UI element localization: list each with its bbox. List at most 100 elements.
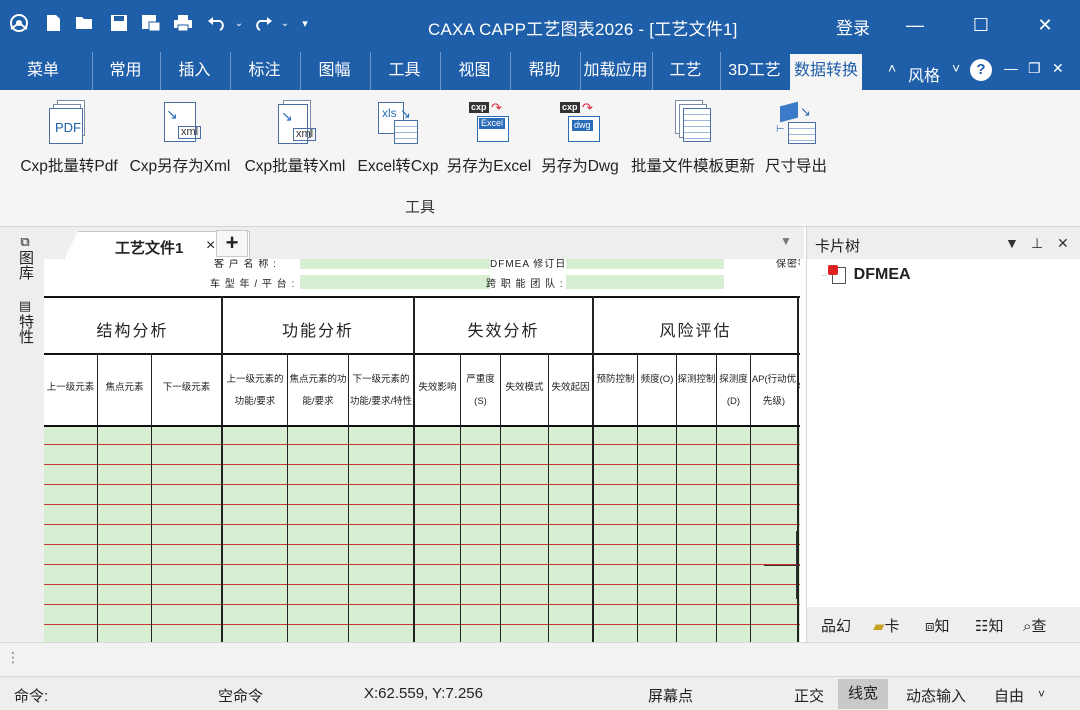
style-menu[interactable]: 风格 (908, 62, 940, 86)
tab-illusion[interactable]: 品幻 (821, 615, 851, 636)
dimension-export-icon: ↘ ⊢ (774, 100, 818, 146)
close-icon[interactable]: ✕ (1034, 14, 1056, 36)
section-rule (44, 353, 800, 355)
tab-help[interactable]: 帮助 (510, 52, 578, 90)
window-title: CAXA CAPP工艺图表2026 - [工艺文件1] (428, 20, 738, 39)
new-file-icon[interactable] (42, 12, 64, 34)
tab-load-app[interactable]: 加载应用 (580, 52, 650, 90)
pin-icon[interactable]: ⊥ (1031, 235, 1043, 252)
snap-mode[interactable]: 屏幕点 (648, 685, 693, 706)
tab-process[interactable]: 工艺 (652, 52, 718, 90)
tab-data-conversion[interactable]: 数据转换 (790, 54, 862, 90)
col-action-priority: AP(行动优先级) (751, 374, 797, 407)
linewidth-toggle[interactable]: 线宽 (838, 679, 889, 709)
section-structure-analysis: 结构分析 (96, 323, 169, 340)
tab-insert[interactable]: 插入 (160, 52, 228, 90)
ribbon-panel: PDF Cxp批量转Pdf ↘ xml Cxp另存为Xml ↘ xml Cxp批… (0, 90, 1080, 227)
vehicle-platform-field[interactable] (300, 275, 490, 289)
document-tab-label: 工艺文件1 (115, 240, 184, 257)
tab-card[interactable]: ▰卡 (873, 615, 900, 636)
tree-node-dfmea[interactable]: ·· DFMEA (821, 265, 911, 285)
col-failure-cause: 失效起因 (551, 382, 590, 393)
cxp-batch-to-xml-button[interactable]: ↘ xml Cxp批量转Xml (240, 100, 350, 176)
customize-toolbar-icon[interactable]: ▾ (294, 12, 316, 34)
redo-dropdown-icon[interactable]: ⌄ (274, 12, 296, 34)
open-folder-icon[interactable] (74, 12, 96, 34)
print-icon[interactable] (172, 12, 194, 34)
ribbon-tab-bar: 菜单 常用 插入 标注 图幅 工具 视图 帮助 加载应用 工艺 3D工艺 数据转… (0, 52, 1080, 90)
crosshair-cursor-v (796, 531, 797, 599)
tab-menu[interactable]: 菜单 (6, 52, 80, 90)
collapse-ribbon-icon[interactable]: ˄ (888, 60, 896, 76)
cxp-batch-to-pdf-button[interactable]: PDF Cxp批量转Pdf (16, 100, 122, 176)
ribbon-restore-icon[interactable]: ❐ (1028, 60, 1041, 77)
tab-sheet[interactable]: 图幅 (300, 52, 368, 90)
drawing-canvas[interactable]: 客 户 名 称 : DFMEA 修订日期 : 保密等级 : 车 型 年 / 平 … (44, 259, 800, 642)
ortho-toggle[interactable]: 正交 (794, 685, 824, 706)
tab-query[interactable]: ⌕查 (1023, 615, 1046, 636)
ribbon-minimize-icon[interactable]: — (1004, 60, 1018, 76)
cxp-save-as-xml-button[interactable]: ↘ xml Cxp另存为Xml (125, 100, 235, 176)
save-as-excel-button[interactable]: cxp ↷ Excel 另存为Excel (444, 100, 534, 176)
card-tree-header: 卡片树 ▼ ⊥ ✕ (807, 227, 1080, 259)
table-top-rule (44, 296, 800, 298)
panel-close-icon[interactable]: ✕ (1057, 235, 1069, 252)
document-tab-strip: 工艺文件1 × + ▼ (44, 227, 804, 259)
excel-to-cxp-button[interactable]: xls ↘ Excel转Cxp (354, 100, 442, 176)
login-button[interactable]: 登录 (836, 14, 870, 39)
dynamic-input-toggle[interactable]: 动态输入 (906, 685, 966, 706)
help-icon[interactable]: ? (970, 59, 992, 81)
tab-list-dropdown-icon[interactable]: ▼ (780, 234, 792, 248)
dimension-export-button[interactable]: ↘ ⊢ 尺寸导出 (762, 100, 830, 176)
command-label: 命令: (14, 688, 49, 705)
style-dropdown-icon[interactable]: ˅ (952, 60, 960, 76)
panel-menu-icon[interactable]: ▼ (1005, 235, 1019, 251)
command-bar[interactable]: ⋮ (0, 642, 1080, 676)
batch-template-update-button[interactable]: 批量文件模板更新 (626, 100, 760, 176)
left-dock: ⧉ 图库 ▤ 特性 (0, 227, 44, 642)
tab-view[interactable]: 视图 (440, 52, 508, 90)
card-tree-title: 卡片树 (815, 238, 861, 255)
save-excel-icon: cxp ↷ Excel (467, 100, 511, 146)
minimize-icon[interactable]: — (904, 14, 926, 36)
add-tab-button[interactable]: + (216, 230, 248, 257)
org-chart-icon: 品 (821, 618, 837, 635)
save-icon[interactable] (108, 12, 130, 34)
ribbon-close-icon[interactable]: ✕ (1052, 60, 1064, 77)
section-failure-analysis: 失效分析 (467, 323, 540, 340)
cards-icon: ▰ (873, 618, 885, 635)
col-special-char: 特 (798, 377, 800, 399)
library-tab[interactable]: ⧉ 图库 (14, 233, 36, 280)
tab-3d-process[interactable]: 3D工艺 (720, 52, 788, 90)
fmea-grid[interactable] (44, 427, 800, 642)
team-field[interactable] (566, 275, 724, 289)
save-as-icon[interactable] (140, 12, 162, 34)
tab-annotate[interactable]: 标注 (230, 52, 298, 90)
document-tab-close-icon[interactable]: × (206, 237, 215, 255)
save-as-dwg-button[interactable]: cxp ↷ dwg 另存为Dwg (536, 100, 624, 176)
tab-common[interactable]: 常用 (92, 52, 158, 90)
properties-tab[interactable]: ▤ 特性 (14, 297, 36, 344)
undo-icon[interactable] (206, 12, 228, 34)
tab-knowledge-2[interactable]: ☷知 (975, 615, 1003, 636)
revision-date-field[interactable] (566, 259, 724, 269)
title-bar: ⌄ ⌄ ▾ CAXA CAPP工艺图表2026 - [工艺文件1] 登录 — ☐… (0, 0, 1080, 52)
maximize-icon[interactable]: ☐ (970, 14, 992, 36)
undo-dropdown-icon[interactable]: ⌄ (228, 12, 250, 34)
tab-knowledge-1[interactable]: ⧈知 (925, 615, 950, 636)
xml-batch-icon: ↘ xml (273, 100, 317, 146)
free-mode-dropdown-icon[interactable]: ˅ (1038, 687, 1045, 701)
card-icon (827, 265, 848, 285)
security-level-label: 保密等级 : (776, 259, 800, 270)
section-function-analysis: 功能分析 (281, 323, 354, 340)
redo-icon[interactable] (252, 12, 274, 34)
excel-to-cxp-icon: xls ↘ (376, 100, 420, 146)
crosshair-cursor-h (764, 565, 800, 566)
template-update-icon (671, 100, 715, 146)
tab-tools[interactable]: 工具 (370, 52, 438, 90)
customer-name-field[interactable] (300, 259, 490, 269)
app-logo-icon (8, 12, 30, 34)
col-severity: 严重度(S) (466, 374, 495, 407)
free-mode-select[interactable]: 自由 (994, 685, 1024, 706)
xml-save-icon: ↘ xml (158, 100, 202, 146)
